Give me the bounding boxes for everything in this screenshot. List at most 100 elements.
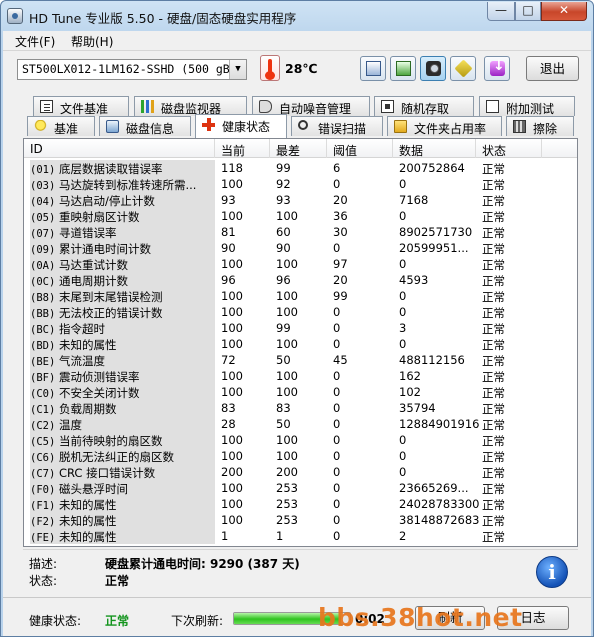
tab-error-scan[interactable]: 错误扫描 [291,116,383,136]
attribute-code: (F2) [30,516,56,528]
info-icon[interactable]: i [536,556,568,588]
attribute-threshold: 0 [333,401,341,415]
attribute-code: (C1) [30,404,56,416]
attribute-name: 震动侦测错误率 [58,370,140,384]
attribute-id: (BD) 未知的属性 [30,336,215,352]
attribute-name: 气流温度 [58,354,105,368]
column-current[interactable]: 当前 [221,142,245,159]
attribute-code: (BC) [30,324,56,336]
table-row[interactable]: (07) 寻道错误率 81 60 30 8902571730 正常 [24,224,577,240]
benchmark-bulb-icon [34,120,47,133]
table-row[interactable]: (09) 累计通电时间计数 90 90 0 20599951... 正常 [24,240,577,256]
attribute-threshold: 0 [333,177,341,191]
table-row[interactable]: (FE) 未知的属性 1 1 0 2 正常 [24,528,577,544]
attribute-data: 35794 [399,401,436,415]
copy-text-button[interactable] [360,56,386,81]
table-row[interactable]: (C6) 脱机无法纠正的扇区数 100 100 0 0 正常 [24,448,577,464]
attribute-current: 1 [221,529,229,543]
table-row[interactable]: (C7) CRC 接口错误计数 200 200 0 0 正常 [24,464,577,480]
close-button[interactable]: ✕ [541,2,587,21]
health-status-label: 健康状态: [29,614,82,628]
table-row[interactable]: (BF) 震动侦测错误率 100 100 0 162 正常 [24,368,577,384]
table-row[interactable]: (01) 底层数据读取错误率 118 99 6 200752864 正常 [24,160,577,176]
attribute-id: (05) 重映射扇区计数 [30,208,215,224]
attribute-name: 未知的属性 [58,530,117,544]
maximize-button[interactable]: □ [515,2,541,21]
attribute-data: 0 [399,337,407,351]
table-row[interactable]: (C2) 温度 28 50 0 12884901916 正常 [24,416,577,432]
options-button[interactable] [450,56,476,81]
attribute-id: (C1) 负载周期数 [30,400,215,416]
table-row[interactable]: (BE) 气流温度 72 50 45 488112156 正常 [24,352,577,368]
table-row[interactable]: (C1) 负载周期数 83 83 0 35794 正常 [24,400,577,416]
attribute-id: (BC) 指令超时 [30,320,215,336]
screenshot-button[interactable] [420,56,446,81]
attribute-name: 寻道错误率 [58,226,117,240]
details-area: 描述: 硬盘累计通电时间: 9290 (387 天) 状态: 正常 [23,549,578,595]
attribute-id: (04) 马达启动/停止计数 [30,192,215,208]
attribute-current: 100 [221,497,243,511]
attribute-status: 正常 [482,258,505,272]
minimize-button[interactable]: — [487,2,515,21]
attribute-current: 100 [221,513,243,527]
state-value: 正常 [105,574,130,588]
log-button[interactable]: 日志 [497,606,569,630]
attribute-threshold: 0 [333,465,341,479]
table-row[interactable]: (05) 重映射扇区计数 100 100 36 0 正常 [24,208,577,224]
table-row[interactable]: (F2) 未知的属性 100 253 0 38148872683 正常 [24,512,577,528]
menu-file[interactable]: 文件(F) [15,33,55,50]
file-benchmark-icon [40,100,53,113]
tab-aam[interactable]: 自动噪音管理 [252,96,370,116]
tab-health[interactable]: 健康状态 [195,114,287,138]
attribute-current: 72 [221,353,236,367]
copy-screen-button[interactable] [390,56,416,81]
table-row[interactable]: (F0) 磁头悬浮时间 100 253 0 23665269... 正常 [24,480,577,496]
table-row[interactable]: (04) 马达启动/停止计数 93 93 20 7168 正常 [24,192,577,208]
table-row[interactable]: (BD) 未知的属性 100 100 0 0 正常 [24,336,577,352]
column-threshold[interactable]: 阈值 [333,142,357,159]
tab-folder-usage[interactable]: 文件夹占用率 [387,116,502,136]
column-id[interactable]: ID [30,142,43,156]
tab-benchmark[interactable]: 基准 [27,116,95,136]
attribute-worst: 96 [276,273,291,287]
tab-erase[interactable]: 擦除 [506,116,574,136]
chevron-down-icon[interactable]: ▼ [229,60,246,79]
health-cross-icon [202,118,215,131]
table-row[interactable]: (B8) 末尾到末尾错误检测 100 100 99 0 正常 [24,288,577,304]
attribute-id: (0A) 马达重试计数 [30,256,215,272]
attribute-code: (0A) [30,260,56,272]
table-row[interactable]: (03) 马达旋转到标准转速所需... 100 92 0 0 正常 [24,176,577,192]
attribute-code: (0C) [30,276,56,288]
column-data[interactable]: 数据 [399,142,423,159]
tab-disk-monitor[interactable]: 磁盘监视器 [134,96,247,116]
table-row[interactable]: (0A) 马达重试计数 100 100 97 0 正常 [24,256,577,272]
table-row[interactable]: (BB) 无法校正的错误计数 100 100 0 0 正常 [24,304,577,320]
drive-select[interactable]: ST500LX012-1LM162-SSHD (500 gB) ▼ [17,59,247,80]
column-worst[interactable]: 最差 [276,142,300,159]
attribute-code: (BF) [30,372,56,384]
table-row[interactable]: (F1) 未知的属性 100 253 0 24028783300 正常 [24,496,577,512]
title-bar[interactable]: HD Tune 专业版 5.50 - 硬盘/固态硬盘实用程序 — □ ✕ [1,1,593,31]
attribute-current: 83 [221,401,236,415]
table-row[interactable]: (C5) 当前待映射的扇区数 100 100 0 0 正常 [24,432,577,448]
attribute-current: 100 [221,369,243,383]
table-row[interactable]: (0C) 通电周期计数 96 96 20 4593 正常 [24,272,577,288]
column-status[interactable]: 状态 [482,142,506,159]
attribute-name: 底层数据读取错误率 [58,162,163,176]
attribute-worst: 100 [276,385,298,399]
refresh-button[interactable]: 刷新 [415,606,485,630]
attribute-code: (C2) [30,420,56,432]
attribute-data: 102 [399,385,421,399]
tab-random-access[interactable]: 随机存取 [374,96,474,116]
save-button[interactable] [484,56,510,81]
table-row[interactable]: (BC) 指令超时 100 99 0 3 正常 [24,320,577,336]
tab-file-benchmark[interactable]: 文件基准 [33,96,129,116]
attribute-data: 0 [399,449,407,463]
menu-help[interactable]: 帮助(H) [71,33,113,50]
table-row[interactable]: (C0) 不安全关闭计数 100 100 0 102 正常 [24,384,577,400]
attribute-threshold: 0 [333,385,341,399]
tab-extra-tests[interactable]: 附加测试 [479,96,575,116]
tab-disk-info[interactable]: 磁盘信息 [99,116,191,136]
exit-button[interactable]: 退出 [526,56,579,81]
smart-attribute-table[interactable]: ID 当前 最差 阈值 数据 状态 (01) 底层数据读取错误率 118 99 6 20… [23,138,578,547]
